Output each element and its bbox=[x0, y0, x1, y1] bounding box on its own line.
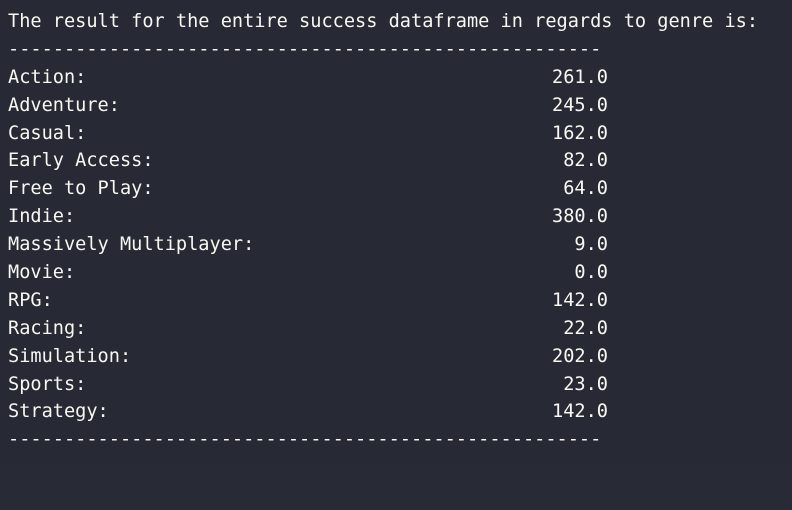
genre-row-movie: Movie: 0.0 bbox=[8, 259, 608, 287]
genre-value: 142.0 bbox=[552, 401, 608, 423]
genre-value: 0.0 bbox=[574, 262, 608, 284]
genre-label: Action: bbox=[8, 66, 87, 88]
genre-value: 245.0 bbox=[552, 94, 608, 116]
genre-label: Early Access: bbox=[8, 150, 154, 172]
genre-row-strategy: Strategy: 142.0 bbox=[8, 398, 608, 426]
genre-row-simulation: Simulation: 202.0 bbox=[8, 343, 608, 371]
genre-label: Movie: bbox=[8, 262, 76, 284]
genre-row-casual: Casual: 162.0 bbox=[8, 120, 608, 148]
genre-value: 23.0 bbox=[563, 373, 608, 395]
separator-bottom: ----------------------------------------… bbox=[8, 429, 602, 451]
genre-value: 380.0 bbox=[552, 206, 608, 228]
genre-label: Sports: bbox=[8, 373, 87, 395]
genre-value: 162.0 bbox=[552, 122, 608, 144]
genre-label: Adventure: bbox=[8, 94, 120, 116]
separator-top: ----------------------------------------… bbox=[8, 38, 602, 60]
terminal-output: The result for the entire success datafr… bbox=[0, 0, 792, 464]
genre-label: Casual: bbox=[8, 122, 87, 144]
genre-row-early-access: Early Access: 82.0 bbox=[8, 147, 608, 175]
genre-value: 9.0 bbox=[574, 234, 608, 256]
genre-label: Free to Play: bbox=[8, 178, 154, 200]
genre-row-indie: Indie: 380.0 bbox=[8, 203, 608, 231]
genre-label: Racing: bbox=[8, 317, 87, 339]
genre-value: 202.0 bbox=[552, 345, 608, 367]
genre-value: 64.0 bbox=[563, 178, 608, 200]
genre-row-racing: Racing: 22.0 bbox=[8, 315, 608, 343]
genre-row-massively-multiplayer: Massively Multiplayer: 9.0 bbox=[8, 231, 608, 259]
genre-row-sports: Sports: 23.0 bbox=[8, 371, 608, 399]
genre-label: Strategy: bbox=[8, 401, 109, 423]
genre-value: 261.0 bbox=[552, 66, 608, 88]
genre-row-free-to-play: Free to Play: 64.0 bbox=[8, 175, 608, 203]
genre-row-rpg: RPG: 142.0 bbox=[8, 287, 608, 315]
result-header: The result for the entire success datafr… bbox=[8, 11, 759, 32]
genre-label: Massively Multiplayer: bbox=[8, 234, 255, 256]
genre-row-adventure: Adventure: 245.0 bbox=[8, 92, 608, 120]
genre-label: RPG: bbox=[8, 289, 53, 311]
genre-label: Indie: bbox=[8, 206, 76, 228]
genre-value: 82.0 bbox=[563, 150, 608, 172]
genre-value: 142.0 bbox=[552, 289, 608, 311]
genre-row-action: Action: 261.0 bbox=[8, 64, 608, 92]
genre-value: 22.0 bbox=[563, 317, 608, 339]
genre-label: Simulation: bbox=[8, 345, 132, 367]
